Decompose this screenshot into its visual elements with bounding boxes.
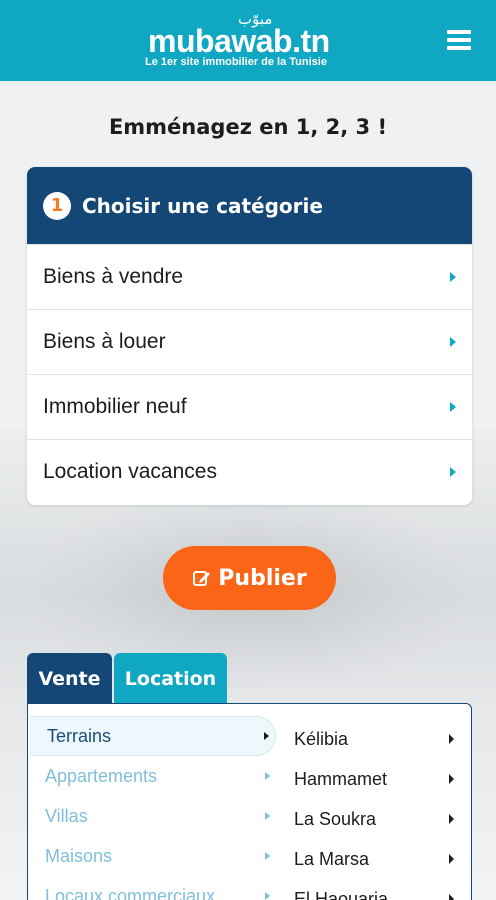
logo-text: mubawab.tn	[148, 23, 330, 59]
city-item-la-soukra[interactable]: La Soukra	[294, 799, 464, 839]
tab-location[interactable]: Location	[114, 653, 227, 704]
category-card-header: 1 Choisir une catégorie	[27, 167, 472, 244]
chevron-right-icon	[265, 772, 270, 780]
top-header: مبوّب mubawab.tn Le 1er site immobilier …	[0, 0, 496, 81]
category-item-rent[interactable]: Biens à louer	[27, 309, 472, 374]
city-item-label: Kélibia	[294, 728, 349, 749]
city-list: Kélibia Hammamet La Soukra La Marsa El H…	[294, 719, 464, 900]
city-item-hammamet[interactable]: Hammamet	[294, 759, 464, 799]
city-item-el-haouaria[interactable]: El Haouaria	[294, 879, 464, 900]
category-card: 1 Choisir une catégorie Biens à vendre B…	[27, 167, 472, 505]
type-item-label: Maisons	[45, 845, 113, 866]
city-item-la-marsa[interactable]: La Marsa	[294, 839, 464, 879]
chevron-right-icon	[449, 854, 454, 864]
type-item-locaux[interactable]: Locaux commerciaux	[28, 876, 276, 900]
type-item-terrains[interactable]: Terrains	[30, 716, 276, 756]
type-item-maisons[interactable]: Maisons	[28, 836, 276, 876]
chevron-right-icon	[449, 894, 454, 900]
category-item-sale[interactable]: Biens à vendre	[27, 244, 472, 309]
chevron-right-icon	[449, 774, 454, 784]
category-card-title: Choisir une catégorie	[82, 193, 323, 218]
property-type-list: Terrains Appartements Villas Maisons Loc…	[28, 716, 276, 900]
city-item-label: La Soukra	[294, 808, 377, 829]
logo-tagline: Le 1er site immobilier de la Tunisie	[145, 56, 327, 68]
type-item-label: Terrains	[47, 725, 112, 746]
category-item-label: Immobilier neuf	[43, 395, 187, 418]
type-item-label: Locaux commerciaux	[45, 885, 216, 900]
chevron-right-icon	[450, 402, 456, 412]
hamburger-menu-icon[interactable]	[447, 30, 471, 52]
chevron-right-icon	[449, 734, 454, 744]
type-item-villas[interactable]: Villas	[28, 796, 276, 836]
city-item-label: El Haouaria	[294, 888, 389, 900]
chevron-right-icon	[450, 467, 456, 477]
page-headline: Emménagez en 1, 2, 3 !	[108, 115, 388, 139]
category-item-new[interactable]: Immobilier neuf	[27, 374, 472, 439]
edit-icon	[193, 571, 211, 586]
category-item-label: Biens à vendre	[43, 265, 184, 288]
type-item-label: Villas	[45, 805, 88, 826]
chevron-right-icon	[450, 337, 456, 347]
chevron-right-icon	[265, 812, 270, 820]
chevron-right-icon	[449, 814, 454, 824]
chevron-right-icon	[264, 732, 269, 740]
publish-button[interactable]: Publier	[163, 546, 336, 610]
type-item-label: Appartements	[45, 765, 158, 786]
type-item-appartements[interactable]: Appartements	[28, 756, 276, 796]
city-item-label: Hammamet	[294, 768, 388, 789]
step-number-badge: 1	[43, 191, 71, 220]
category-item-vacation[interactable]: Location vacances	[27, 439, 472, 504]
chevron-right-icon	[265, 892, 270, 900]
city-item-label: La Marsa	[294, 848, 370, 869]
category-item-label: Location vacances	[43, 460, 217, 483]
chevron-right-icon	[450, 272, 456, 282]
tab-vente[interactable]: Vente	[27, 653, 112, 704]
category-item-label: Biens à louer	[43, 330, 166, 353]
publish-label: Publier	[218, 565, 307, 591]
chevron-right-icon	[265, 852, 270, 860]
tabs: Vente Location	[27, 653, 229, 704]
listing-panel: Terrains Appartements Villas Maisons Loc…	[27, 703, 472, 900]
city-item-kelibia[interactable]: Kélibia	[294, 719, 464, 759]
